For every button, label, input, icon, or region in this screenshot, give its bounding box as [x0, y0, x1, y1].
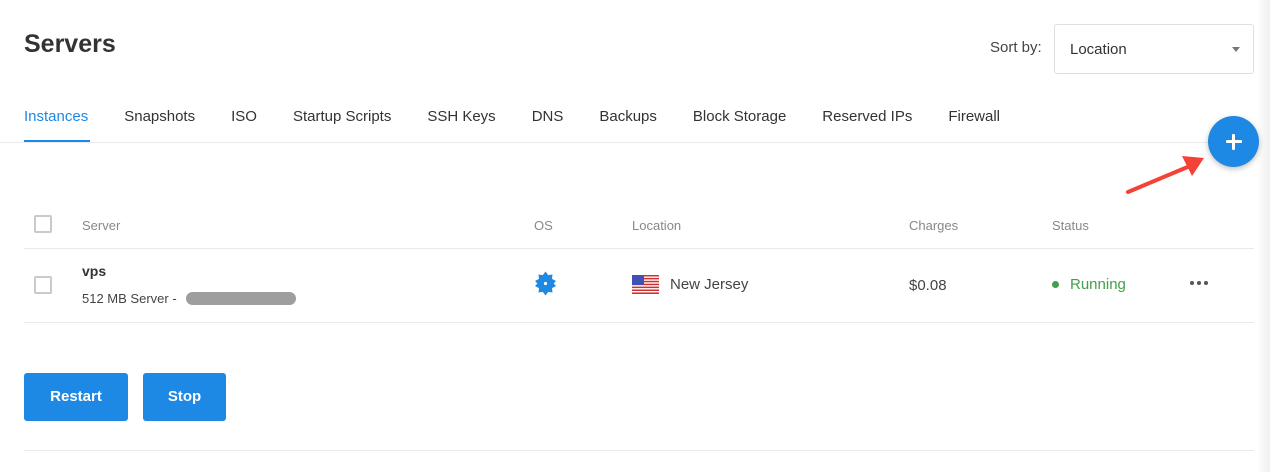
sort-selected-value: Location: [1070, 41, 1127, 58]
red-arrow-icon: [1126, 156, 1204, 194]
more-icon-dot-3: [1204, 281, 1208, 285]
more-options-button[interactable]: [1190, 272, 1210, 292]
tab-iso[interactable]: ISO: [231, 108, 257, 142]
footer-divider: [24, 450, 1254, 451]
tab-block-storage[interactable]: Block Storage: [693, 108, 786, 142]
tab-ssh-keys[interactable]: SSH Keys: [427, 108, 495, 142]
server-location: New Jersey: [670, 276, 749, 293]
header-location: Location: [632, 218, 682, 233]
redacted-hostname: [186, 292, 296, 305]
server-charges: $0.08: [909, 277, 947, 294]
header-status: Status: [1052, 218, 1089, 233]
chevron-down-icon: [1232, 47, 1240, 52]
plus-icon-vertical: [1232, 134, 1235, 150]
more-icon: [1190, 281, 1194, 285]
sort-select[interactable]: Location: [1054, 24, 1254, 74]
page-edge-shadow: [1256, 0, 1270, 472]
more-icon-dot-2: [1197, 281, 1201, 285]
header-os: OS: [534, 218, 553, 233]
server-plan: 512 MB Server -: [82, 291, 177, 306]
sort-label: Sort by:: [990, 39, 1042, 56]
header-divider: [24, 248, 1254, 249]
header-server: Server: [82, 218, 121, 233]
server-name[interactable]: vps: [82, 263, 106, 279]
row-checkbox[interactable]: [34, 276, 52, 294]
os-gear-icon: [535, 271, 556, 296]
row-divider: [24, 322, 1254, 323]
tab-snapshots[interactable]: Snapshots: [124, 108, 195, 142]
tab-reserved-ips[interactable]: Reserved IPs: [822, 108, 912, 142]
tab-dns[interactable]: DNS: [532, 108, 564, 142]
tab-backups[interactable]: Backups: [599, 108, 657, 142]
status-badge: Running: [1070, 276, 1126, 293]
tab-instances[interactable]: Instances: [24, 108, 91, 142]
header-charges: Charges: [909, 218, 959, 233]
deploy-new-server-button[interactable]: [1208, 116, 1259, 167]
page-title: Servers: [24, 30, 116, 58]
stop-button[interactable]: Stop: [143, 373, 226, 421]
status-dot: [1052, 281, 1059, 288]
restart-button[interactable]: Restart: [24, 373, 128, 421]
tab-startup-scripts[interactable]: Startup Scripts: [293, 108, 391, 142]
tab-firewall[interactable]: Firewall: [948, 108, 1000, 142]
tab-bar: Instances Snapshots ISO Startup Scripts …: [24, 108, 1036, 142]
tabs-divider: [0, 142, 1256, 143]
select-all-checkbox[interactable]: [34, 215, 52, 233]
us-flag-icon: [632, 275, 659, 294]
